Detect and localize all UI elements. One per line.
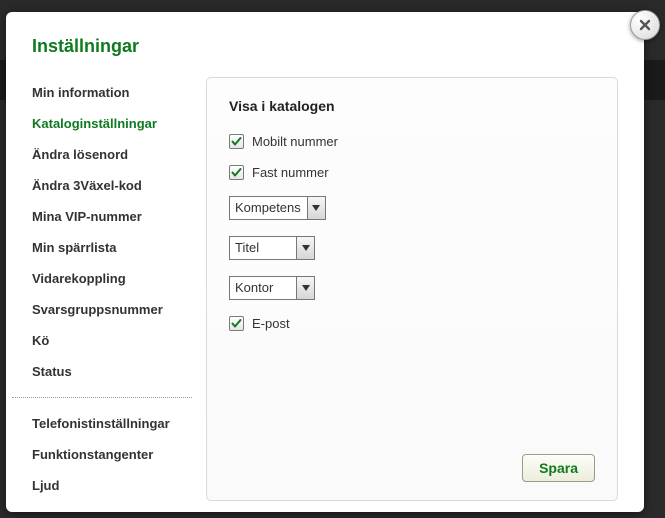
chevron-down-icon bbox=[296, 277, 314, 299]
panel-heading: Visa i katalogen bbox=[229, 98, 595, 114]
sidebar-item-status[interactable]: Status bbox=[32, 356, 188, 387]
settings-modal: Inställningar Min information Katalogins… bbox=[6, 12, 644, 512]
sidebar: Min information Kataloginställningar Änd… bbox=[32, 77, 188, 501]
row-competence: Kompetens bbox=[229, 196, 595, 220]
select-competence[interactable]: Kompetens bbox=[229, 196, 326, 220]
sidebar-item-blocklist[interactable]: Min spärrlista bbox=[32, 232, 188, 263]
sidebar-divider bbox=[12, 397, 192, 398]
select-office-value: Kontor bbox=[230, 277, 296, 299]
modal-title: Inställningar bbox=[32, 36, 618, 57]
sidebar-item-forwarding[interactable]: Vidarekoppling bbox=[32, 263, 188, 294]
sidebar-item-answer-group[interactable]: Svarsgruppsnummer bbox=[32, 294, 188, 325]
chevron-down-icon bbox=[307, 197, 325, 219]
row-email: E-post bbox=[229, 316, 595, 331]
sidebar-item-queue[interactable]: Kö bbox=[32, 325, 188, 356]
select-office[interactable]: Kontor bbox=[229, 276, 315, 300]
checkbox-mobile[interactable] bbox=[229, 134, 244, 149]
modal-content: Min information Kataloginställningar Änd… bbox=[32, 77, 618, 501]
chevron-down-icon bbox=[296, 237, 314, 259]
row-title: Titel bbox=[229, 236, 595, 260]
row-mobile-number: Mobilt nummer bbox=[229, 134, 595, 149]
check-icon bbox=[231, 318, 242, 329]
panel-catalog-settings: Visa i katalogen Mobilt nummer Fast numm… bbox=[206, 77, 618, 501]
label-fixed: Fast nummer bbox=[252, 165, 329, 180]
label-mobile: Mobilt nummer bbox=[252, 134, 338, 149]
row-office: Kontor bbox=[229, 276, 595, 300]
sidebar-item-vip-numbers[interactable]: Mina VIP-nummer bbox=[32, 201, 188, 232]
sidebar-item-function-keys[interactable]: Funktionstangenter bbox=[32, 439, 188, 470]
sidebar-item-my-info[interactable]: Min information bbox=[32, 77, 188, 108]
row-fixed-number: Fast nummer bbox=[229, 165, 595, 180]
save-button[interactable]: Spara bbox=[522, 454, 595, 482]
select-title-value: Titel bbox=[230, 237, 296, 259]
check-icon bbox=[231, 136, 242, 147]
check-icon bbox=[231, 167, 242, 178]
label-email: E-post bbox=[252, 316, 290, 331]
close-button[interactable] bbox=[630, 10, 660, 40]
sidebar-item-sound[interactable]: Ljud bbox=[32, 470, 188, 501]
close-icon bbox=[639, 19, 651, 31]
select-competence-value: Kompetens bbox=[230, 197, 307, 219]
checkbox-email[interactable] bbox=[229, 316, 244, 331]
sidebar-item-change-password[interactable]: Ändra lösenord bbox=[32, 139, 188, 170]
sidebar-item-operator-settings[interactable]: Telefonistinställningar bbox=[32, 408, 188, 439]
sidebar-item-catalog-settings[interactable]: Kataloginställningar bbox=[32, 108, 188, 139]
checkbox-fixed[interactable] bbox=[229, 165, 244, 180]
sidebar-item-change-code[interactable]: Ändra 3Växel-kod bbox=[32, 170, 188, 201]
select-title[interactable]: Titel bbox=[229, 236, 315, 260]
